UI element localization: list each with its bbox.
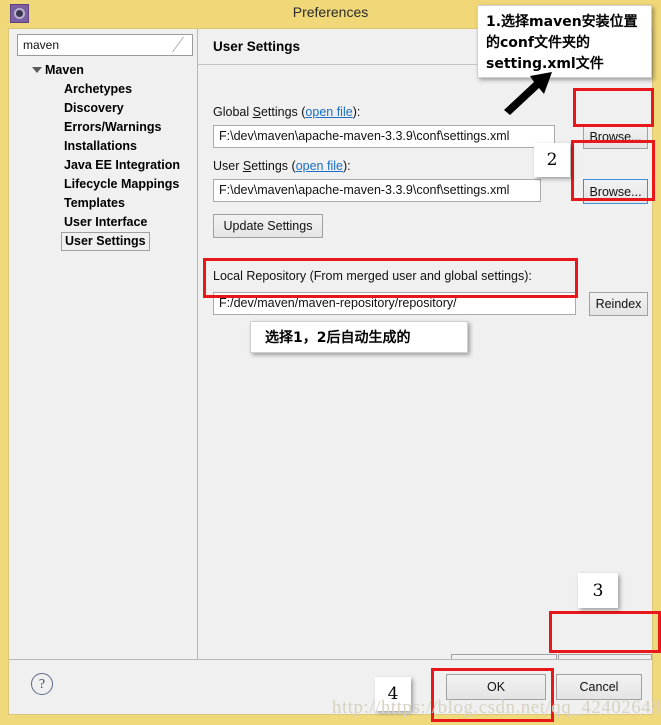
annotation-badge-2: 2	[534, 143, 570, 177]
tree-item-label: Maven	[45, 63, 84, 77]
tree-item-errors-warnings[interactable]: Errors/Warnings	[9, 118, 197, 137]
tree-item-discovery[interactable]: Discovery	[9, 99, 197, 118]
annotation-badge-4: 4	[375, 677, 411, 711]
annotation-badge-3: 3	[578, 573, 618, 608]
tree-item-installations[interactable]: Installations	[9, 137, 197, 156]
label-text: ettings (	[260, 105, 306, 119]
label-text: ettings (	[251, 159, 296, 173]
tree-item-user-interface[interactable]: User Interface	[9, 213, 197, 232]
eraser-icon[interactable]: ╱	[173, 37, 190, 52]
update-settings-button[interactable]: Update Settings	[213, 214, 323, 238]
user-settings-label: User Settings (open file):	[213, 159, 351, 173]
user-open-file-link[interactable]: open file	[296, 159, 343, 173]
global-settings-label: Global Settings (open file):	[213, 105, 360, 119]
tree-item-label: User Settings	[61, 232, 150, 251]
global-settings-browse-button[interactable]: Browse...	[583, 124, 648, 149]
tree-item-archetypes[interactable]: Archetypes	[9, 80, 197, 99]
global-settings-input[interactable]: F:\dev\maven\apache-maven-3.3.9\conf\set…	[213, 125, 555, 148]
label-mnemonic: S	[242, 159, 252, 173]
tree-item-label: Templates	[64, 196, 125, 210]
filter-input[interactable]	[23, 38, 153, 52]
label-text: User	[213, 159, 243, 173]
tree-item-maven[interactable]: Maven	[9, 61, 197, 80]
annotation-note-2: 选择1，2后自动生成的	[250, 321, 468, 353]
label-text: ):	[352, 105, 361, 119]
label-text: ):	[342, 159, 351, 173]
preference-tree: Maven Archetypes Discovery Errors/Warnin…	[9, 61, 197, 251]
reindex-button[interactable]: Reindex	[589, 292, 648, 316]
global-open-file-link[interactable]: open file	[305, 105, 352, 119]
local-repository-input: F:/dev/maven/maven-repository/repository…	[213, 292, 576, 315]
tree-item-lifecycle-mappings[interactable]: Lifecycle Mappings	[9, 175, 197, 194]
user-settings-input[interactable]: F:\dev\maven\apache-maven-3.3.9\conf\set…	[213, 179, 541, 202]
tree-item-java-ee-integration[interactable]: Java EE Integration	[9, 156, 197, 175]
tree-item-label: User Interface	[64, 215, 148, 229]
tree-item-user-settings[interactable]: User Settings	[9, 232, 197, 251]
label-mnemonic: S	[252, 105, 261, 119]
page-title: User Settings	[213, 39, 301, 54]
tree-item-label: Discovery	[64, 101, 124, 115]
tree-item-label: Installations	[64, 139, 137, 153]
tree-item-label: Archetypes	[64, 82, 133, 96]
chevron-down-icon[interactable]	[32, 67, 42, 73]
cancel-button[interactable]: Cancel	[556, 674, 642, 700]
user-settings-browse-button[interactable]: Browse...	[583, 179, 648, 204]
dialog-footer: ? OK Cancel	[9, 660, 652, 714]
tree-item-label: Lifecycle Mappings	[64, 177, 180, 191]
preferences-window: Preferences ╱ Maven Archetypes Discovery	[0, 0, 661, 725]
tree-item-label: Errors/Warnings	[64, 120, 162, 134]
annotation-note-1: 1.选择maven安装位置的conf文件夹的setting.xml文件	[477, 5, 652, 78]
ok-button[interactable]: OK	[446, 674, 546, 700]
label-text: Global	[213, 105, 253, 119]
tree-item-templates[interactable]: Templates	[9, 194, 197, 213]
tree-item-label: Java EE Integration	[64, 158, 181, 172]
filter-box[interactable]: ╱	[17, 34, 193, 56]
local-repository-label: Local Repository (From merged user and g…	[213, 269, 532, 283]
preference-tree-panel: ╱ Maven Archetypes Discovery Errors/Warn…	[9, 29, 197, 659]
help-question-icon[interactable]: ?	[31, 673, 53, 695]
dialog-body: ╱ Maven Archetypes Discovery Errors/Warn…	[8, 28, 653, 715]
